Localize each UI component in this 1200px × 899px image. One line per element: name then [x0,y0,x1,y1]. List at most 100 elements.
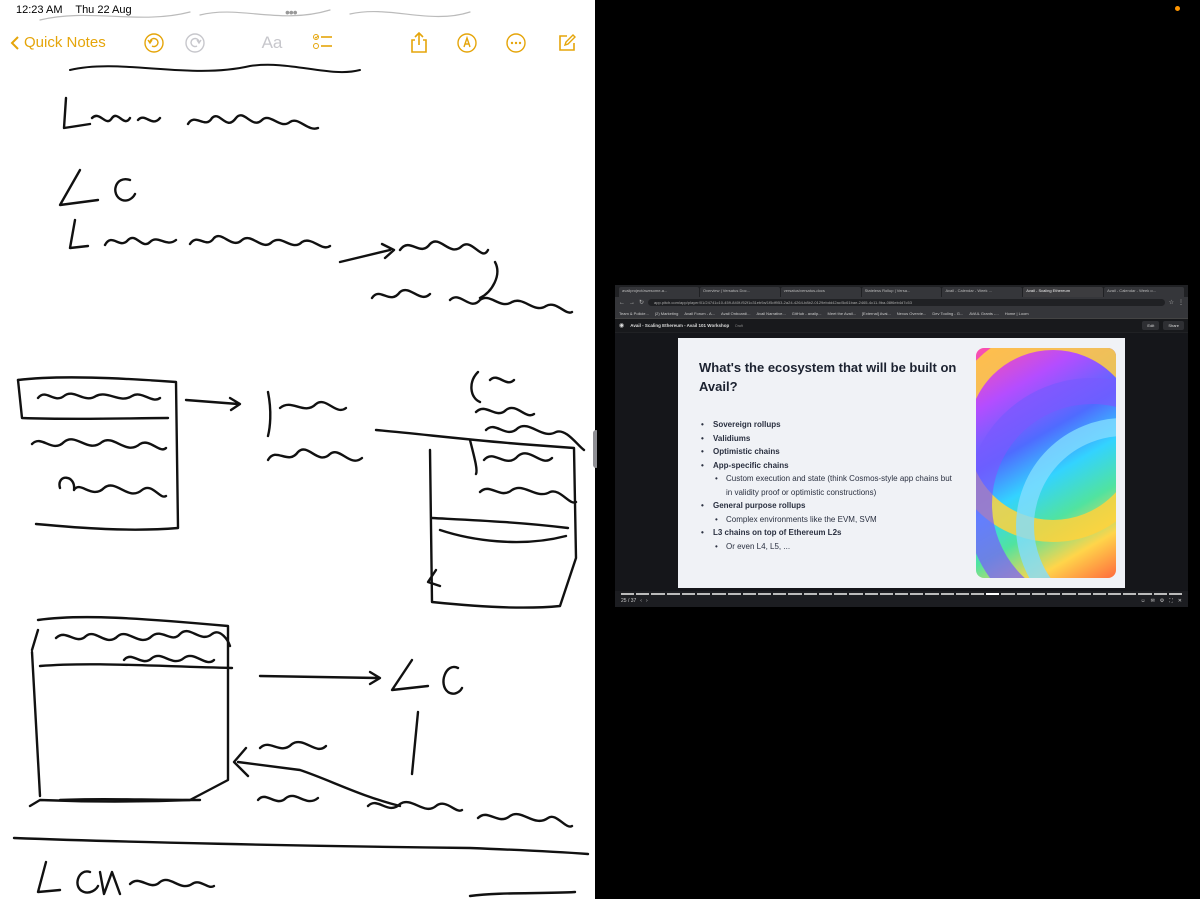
comment-icon[interactable]: ✉ [1151,598,1155,604]
bookmark-item[interactable]: Avail Onboardi... [721,311,751,316]
bookmark-item[interactable]: Avail Narrative... [756,311,785,316]
star-icon[interactable]: ☆ [1169,299,1174,306]
slide-bullet: L3 chains on top of Ethereum L2s [699,526,959,540]
progress-segment[interactable] [971,593,985,595]
progress-segment[interactable] [910,593,924,595]
slide-artwork [976,348,1116,578]
progress-segment[interactable] [1092,593,1106,595]
progress-segment[interactable] [849,593,863,595]
browser-window: availproject/awesome-a... Overview | Ver… [615,285,1188,607]
browser-tab[interactable]: Avail - Calendar - Week o... [1104,287,1185,297]
progress-segment[interactable] [742,593,756,595]
progress-segment[interactable] [986,593,1000,595]
share-button[interactable]: Share [1163,321,1184,330]
tab-strip: availproject/awesome-a... Overview | Ver… [615,285,1188,297]
slide-sub-bullet: Complex environments like the EVM, SVM [699,513,959,527]
progress-segment[interactable] [940,593,954,595]
reaction-icon[interactable]: ☺ [1140,598,1145,604]
progress-segment[interactable] [818,593,833,595]
handwritten-sketch[interactable] [0,0,595,899]
slide: What's the ecosystem that will be built … [678,338,1125,588]
back-arrow-icon[interactable]: ← [619,300,625,306]
progress-segment[interactable] [1138,593,1152,595]
bookmarks-bar: Team & Policie... (2) Marketing Avail Fo… [615,308,1188,319]
slide-bullet: App-specific chains [699,459,959,473]
bookmark-item[interactable]: GitHub - availp... [792,311,822,316]
progress-segment[interactable] [803,593,817,595]
browser-tab[interactable]: availproject/awesome-a... [619,287,699,297]
settings-icon[interactable]: ⚙ [1160,598,1164,604]
progress-segment[interactable] [879,593,893,595]
bookmark-item[interactable]: Home | Loom [1005,311,1029,316]
slide-bullet: Optimistic chains [699,445,959,459]
presentation-status: Draft [735,323,743,328]
progress-segment[interactable] [712,593,726,595]
browser-tab[interactable]: versatus/versatus-docs [780,287,861,297]
progress-segment[interactable] [788,593,802,595]
pitch-logo-icon: ◉ [619,323,625,329]
progress-segment[interactable] [1168,593,1183,595]
forward-arrow-icon[interactable]: → [629,300,635,306]
progress-segment[interactable] [651,593,665,595]
url-field[interactable]: app.pitch.com/app/player/01/24741c10-459… [648,299,1165,306]
edit-button[interactable]: Edit [1142,321,1160,330]
slide-bullet: General purpose rollups [699,499,959,513]
slide-title: What's the ecosystem that will be built … [699,360,957,394]
slide-sub-bullet: Or even L4, L5, ... [699,540,959,554]
browser-pane: availproject/awesome-a... Overview | Ver… [597,0,1200,899]
progress-segment[interactable] [621,593,635,595]
progress-segment[interactable] [1031,593,1046,595]
bookmark-item[interactable]: Meet the Avail... [828,311,856,316]
progress-segment[interactable] [697,593,711,595]
prev-slide-icon[interactable]: ‹ [640,598,642,604]
progress-segment[interactable] [834,593,848,595]
pitch-header: ◉ Avail - Scaling Ethereum - Avail 101 W… [615,319,1188,332]
bookmark-item[interactable]: Team & Policie... [619,311,649,316]
progress-segment[interactable] [1016,593,1030,595]
progress-segment[interactable] [1077,593,1091,595]
progress-segment[interactable] [1062,593,1076,595]
progress-segment[interactable] [666,593,680,595]
progress-segment[interactable] [1001,593,1015,595]
bookmark-item[interactable]: Avail Forum - A... [684,311,715,316]
progress-segment[interactable] [894,593,909,595]
progress-segment[interactable] [1153,593,1167,595]
close-icon[interactable]: ✕ [1178,598,1182,604]
fullscreen-icon[interactable]: ⛶ [1169,598,1173,604]
progress-segment[interactable] [1047,593,1061,595]
slide-progress-bar[interactable] [621,593,1183,595]
progress-segment[interactable] [636,593,650,595]
progress-segment[interactable] [1108,593,1122,595]
progress-segment[interactable] [925,593,939,595]
address-bar-row: ← → ↻ app.pitch.com/app/player/01/24741c… [615,297,1188,308]
bookmark-item[interactable]: Nexus Overvie... [897,311,927,316]
browser-tab[interactable]: Overview | Versatus Doc... [699,287,780,297]
slide-counter: 25 / 37 [621,598,637,604]
bookmark-item[interactable]: [External] Avai... [862,311,891,316]
browser-tab[interactable]: Avail - Calendar - Week ... [942,287,1023,297]
slide-bullet-list: Sovereign rollups Validiums Optimistic c… [699,418,959,553]
bookmark-item[interactable]: (2) Marketing [655,311,679,316]
next-slide-icon[interactable]: › [646,598,648,604]
player-controls: 25 / 37 ‹ › ☺ ✉ ⚙ ⛶ ✕ [615,591,1188,607]
extensions-icon[interactable]: ⋮ [1178,299,1184,306]
slide-stage: What's the ecosystem that will be built … [615,333,1188,591]
progress-segment[interactable] [727,593,741,595]
progress-segment[interactable] [1123,593,1137,595]
indicator-dot [1175,6,1180,11]
progress-segment[interactable] [757,593,772,595]
slide-bullet: Sovereign rollups [699,418,959,432]
bookmark-item[interactable]: Dev Tooling - G... [932,311,963,316]
presentation-title: Avail - Scaling Ethereum - Avail 101 Wor… [630,323,730,328]
progress-segment[interactable] [864,593,878,595]
progress-segment[interactable] [681,593,696,595]
slide-bullet: Validiums [699,432,959,446]
progress-segment[interactable] [955,593,970,595]
browser-tab-active[interactable]: Avail - Scaling Ethereum [1023,287,1104,297]
bookmark-item[interactable]: AVAIL Grants -... [969,311,999,316]
browser-tab[interactable]: Stateless Rollup | Versa... [861,287,942,297]
slide-sub-bullet: Custom execution and state (think Cosmos… [699,472,959,499]
reload-icon[interactable]: ↻ [639,299,644,306]
notes-pane: 12:23 AM Thu 22 Aug ••• Quick Notes Aa [0,0,595,899]
progress-segment[interactable] [773,593,787,595]
